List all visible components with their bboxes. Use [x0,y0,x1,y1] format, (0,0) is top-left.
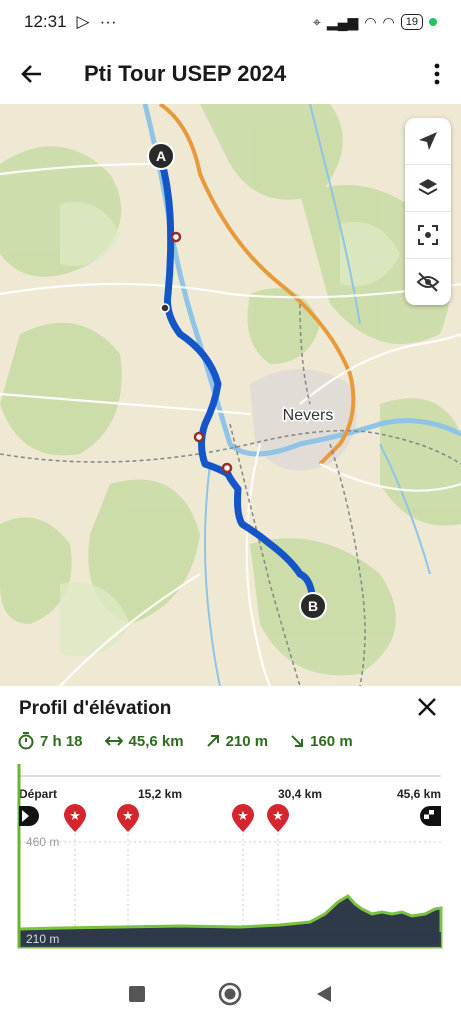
status-time: 12:31 [24,12,67,31]
end-marker[interactable]: B [299,592,327,620]
route-stats: 7 h 18 45,6 km 210 m 160 m [18,732,353,750]
map-controls [405,118,451,305]
close-icon [418,698,436,716]
city-label: Nevers [283,407,334,424]
close-button[interactable] [413,694,441,722]
ascent-value: 210 m [225,732,269,750]
app-bar: Pti Tour USEP 2024 [0,44,461,104]
square-icon [128,986,145,1002]
x-label-start: Départ [19,787,57,801]
triangle-back-icon [317,986,332,1002]
poi-pin-icon[interactable]: ★ [117,804,139,832]
layers-button[interactable] [405,165,451,212]
distance-value: 45,6 km [128,732,184,750]
waypoint-marker[interactable] [193,431,205,443]
layers-icon [418,179,438,196]
start-marker-label: A [156,148,166,164]
location-icon: ⌖ [312,13,321,30]
stopwatch-icon [18,732,34,750]
svg-text:★: ★ [237,808,249,823]
home-button[interactable] [210,974,250,1014]
svg-text:★: ★ [69,808,81,823]
duration-value: 7 h 18 [40,732,83,750]
map-canvas: A B Nevers [0,104,461,686]
start-marker[interactable]: A [147,142,175,170]
battery-icon: 19 [400,14,423,30]
poi-pin-icon[interactable]: ★ [64,804,86,832]
arrow-down-right-icon [291,735,304,747]
y-label-max: 460 m [26,835,59,849]
map-view[interactable]: A B Nevers [0,104,461,686]
play-store-icon: ▷ [76,12,90,31]
locate-button[interactable] [405,118,451,165]
start-flag-icon[interactable] [19,806,39,826]
arrow-up-right-icon [206,735,219,747]
poi-pin-icon[interactable]: ★ [267,804,289,832]
waypoint-marker[interactable] [221,462,233,474]
ascent-stat: 210 m [206,732,269,750]
back-button[interactable] [0,44,64,104]
descent-stat: 160 m [290,732,353,750]
y-label-min: 210 m [26,932,59,946]
descent-value: 160 m [310,732,353,750]
duration-stat: 7 h 18 [18,732,83,750]
waypoint-marker[interactable] [160,303,170,313]
poi-pin-icon[interactable]: ★ [232,804,254,832]
distance-icon [104,736,123,746]
x-label-2: 30,4 km [278,787,322,801]
end-marker-label: B [308,598,318,614]
back-nav-button[interactable] [304,974,344,1014]
arrow-left-icon [21,65,41,83]
svg-text:★: ★ [122,808,134,823]
eye-off-icon [416,272,440,292]
hide-pois-button[interactable] [405,259,451,305]
navigation-arrow-icon [419,132,437,150]
circle-icon [219,982,242,1006]
page-title: Pti Tour USEP 2024 [84,61,287,86]
elevation-panel: Profil d'élévation 7 h 18 45,6 km 210 m … [0,686,461,964]
more-vertical-icon [434,63,440,85]
more-notifications-icon: ··· [99,12,117,31]
signal-icon: ▂▄▆ [326,13,359,30]
waypoint-marker[interactable] [170,231,182,243]
fit-route-button[interactable] [405,212,451,259]
wifi-icon: ◠ [364,13,377,30]
recents-button[interactable] [117,974,157,1014]
panel-title: Profil d'élévation [19,698,172,719]
privacy-dot [429,18,437,26]
overflow-menu-button[interactable] [413,44,461,104]
svg-text:★: ★ [272,808,284,823]
focus-frame-icon [418,225,438,245]
wifi-icon-2: ◠ [382,13,395,30]
x-label-1: 15,2 km [138,787,182,801]
finish-flag-icon[interactable] [420,806,441,826]
system-nav-bar [0,964,461,1024]
elevation-chart[interactable]: Départ 15,2 km 30,4 km 45,6 km 460 m 210… [0,764,461,964]
x-label-end: 45,6 km [397,787,441,801]
status-bar: 12:31 ▷ ··· ⌖ ▂▄▆ ◠ ◠ 19 [0,0,461,44]
distance-stat: 45,6 km [104,732,184,750]
